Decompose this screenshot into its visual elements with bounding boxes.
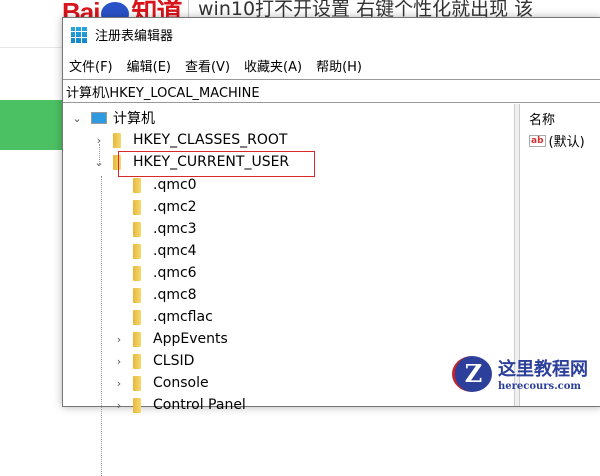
tree-item-label: Console xyxy=(153,375,209,391)
chevron-right-icon[interactable]: › xyxy=(113,333,125,346)
chevron-right-icon[interactable]: › xyxy=(113,377,125,390)
tree-item[interactable]: .qmc4 xyxy=(113,240,197,262)
menu-edit[interactable]: 编辑(E) xyxy=(126,54,172,77)
tree-item-label: .qmcflac xyxy=(153,309,213,325)
tree-item-label: HKEY_CLASSES_ROOT xyxy=(133,132,288,148)
chevron-right-icon[interactable]: › xyxy=(113,399,125,412)
tree-item[interactable]: .qmcflac xyxy=(113,306,213,328)
folder-icon xyxy=(133,353,141,369)
chevron-down-icon[interactable]: ⌄ xyxy=(93,156,105,169)
watermark-en: herecours.com xyxy=(498,381,582,392)
tree-item-label: AppEvents xyxy=(153,331,228,347)
regedit-icon xyxy=(71,26,87,43)
menu-bar: 文件(F) 编辑(E) 查看(V) 收藏夹(A) 帮助(H) xyxy=(63,51,600,79)
folder-icon xyxy=(133,309,141,325)
tree-item-label: Control Panel xyxy=(153,397,246,413)
background-green-bar xyxy=(0,100,64,150)
tree-item-label: 计算机 xyxy=(113,111,155,127)
tree-item-label: .qmc0 xyxy=(153,177,197,193)
computer-icon xyxy=(91,112,107,124)
tree-item[interactable]: .qmc0 xyxy=(113,174,197,196)
tree-connector xyxy=(113,289,125,301)
folder-icon xyxy=(133,221,141,237)
tree-item-computer[interactable]: ⌄ 计算机 xyxy=(71,107,155,129)
registry-editor-window: 注册表编辑器 文件(F) 编辑(E) 查看(V) 收藏夹(A) 帮助(H) 计算… xyxy=(62,17,600,476)
folder-icon xyxy=(133,199,141,215)
tree-item[interactable]: › Control Panel xyxy=(113,394,246,416)
folder-icon xyxy=(133,265,141,281)
tree-item[interactable]: › AppEvents xyxy=(113,328,228,350)
string-value-icon: ab xyxy=(529,134,546,147)
tree-item[interactable]: .qmc2 xyxy=(113,196,197,218)
watermark: Z 这里教程网 herecours.com xyxy=(452,355,588,392)
menu-favorites[interactable]: 收藏夹(A) xyxy=(243,54,303,77)
folder-icon xyxy=(133,375,141,391)
title-bar[interactable]: 注册表编辑器 xyxy=(63,18,600,51)
folder-icon xyxy=(133,177,141,193)
key-tree[interactable]: ⌄ 计算机 › HKEY_CLASSES_ROOT ⌄ HKEY_CURRENT… xyxy=(63,104,515,476)
tree-item[interactable]: .qmc6 xyxy=(113,262,197,284)
folder-icon xyxy=(133,287,141,303)
tree-item-label: .qmc6 xyxy=(153,265,197,281)
folder-icon xyxy=(133,243,141,259)
column-header-name[interactable]: 名称 xyxy=(529,109,555,128)
folder-icon xyxy=(113,132,121,148)
watermark-logo: Z xyxy=(452,355,492,392)
menu-view[interactable]: 查看(V) xyxy=(184,54,231,77)
watermark-cn: 这里教程网 xyxy=(498,359,588,380)
tree-connector xyxy=(113,311,125,323)
tree-item-hkey-classes-root[interactable]: › HKEY_CLASSES_ROOT xyxy=(93,129,288,151)
folder-icon xyxy=(133,331,141,347)
value-row-default[interactable]: ab (默认) xyxy=(529,131,585,150)
tree-item-label: .qmc4 xyxy=(153,243,197,259)
chevron-right-icon[interactable]: › xyxy=(113,355,125,368)
chevron-right-icon[interactable]: › xyxy=(93,134,105,147)
tree-connector xyxy=(113,201,125,213)
tree-item[interactable]: › CLSID xyxy=(113,350,195,372)
tree-connector xyxy=(113,245,125,257)
tree-item-label: .qmc3 xyxy=(153,221,197,237)
tree-connector xyxy=(113,223,125,235)
menu-help[interactable]: 帮助(H) xyxy=(315,54,363,77)
tree-connector xyxy=(113,267,125,279)
tree-item-label: CLSID xyxy=(153,353,195,369)
menu-file[interactable]: 文件(F) xyxy=(68,54,114,77)
tree-item[interactable]: .qmc8 xyxy=(113,284,197,306)
tree-item[interactable]: .qmc3 xyxy=(113,218,197,240)
address-bar[interactable]: 计算机\HKEY_LOCAL_MACHINE xyxy=(63,79,600,103)
window-title: 注册表编辑器 xyxy=(95,29,174,44)
tree-item-label: .qmc2 xyxy=(153,199,197,215)
tree-item-label: .qmc8 xyxy=(153,287,197,303)
tree-item[interactable]: › Console xyxy=(113,372,209,394)
value-name: (默认) xyxy=(548,135,585,150)
tree-connector xyxy=(113,179,125,191)
chevron-down-icon[interactable]: ⌄ xyxy=(71,112,83,125)
